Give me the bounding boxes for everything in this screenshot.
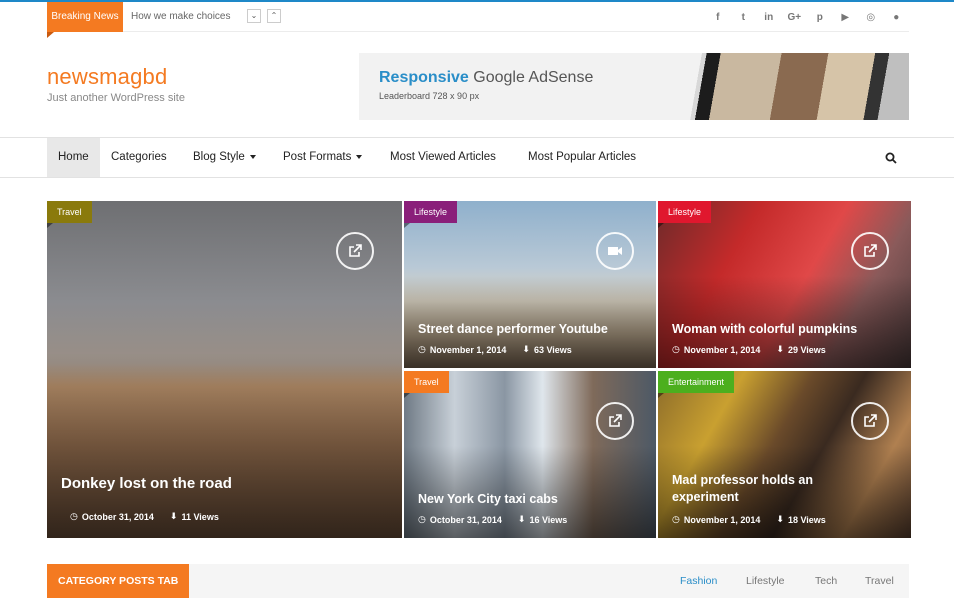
ad-title-highlight: Responsive bbox=[379, 69, 469, 86]
post-views: 11 Views bbox=[181, 511, 219, 522]
ad-title: Responsive Google AdSense bbox=[379, 69, 593, 87]
clock-icon: ◷ bbox=[672, 514, 680, 524]
post-meta: ◷ November 1, 2014 ⬇ 29 Views bbox=[672, 344, 826, 355]
post-date: October 31, 2014 bbox=[429, 514, 502, 525]
post-views: 18 Views bbox=[787, 514, 826, 525]
ticker-next-button[interactable]: ⌃ bbox=[267, 9, 281, 23]
category-badge[interactable]: Entertainment bbox=[658, 371, 735, 398]
section-title: CATEGORY POSTS TAB bbox=[47, 564, 190, 598]
category-badge[interactable]: Travel bbox=[404, 371, 449, 398]
category-badge[interactable]: Travel bbox=[47, 201, 92, 228]
post-title[interactable]: Donkey lost on the road bbox=[61, 475, 232, 492]
featured-post-4[interactable]: Travel New York City taxi cabs ◷ October … bbox=[404, 371, 656, 538]
category-posts-tabbar: CATEGORY POSTS TAB Fashion Lifestyle Tec… bbox=[47, 564, 909, 598]
external-link-icon[interactable] bbox=[851, 232, 889, 270]
nav-item-blog-style[interactable]: Blog Style bbox=[182, 138, 267, 177]
search-icon[interactable] bbox=[885, 152, 897, 164]
google-plus-icon[interactable]: G+ bbox=[782, 12, 808, 23]
category-badge[interactable]: Lifestyle bbox=[658, 201, 712, 228]
news-ticker-link[interactable]: How we make choices bbox=[131, 2, 230, 32]
post-title[interactable]: Woman with colorful pumpkins bbox=[672, 321, 857, 338]
nav-item-label: Categories bbox=[111, 151, 167, 163]
instagram-icon[interactable]: ◎ bbox=[858, 12, 884, 23]
clock-icon: ◷ bbox=[418, 344, 426, 354]
clock-icon: ◷ bbox=[418, 514, 426, 524]
post-meta: ◷ October 31, 2014 ⬇ 11 Views bbox=[70, 511, 219, 522]
post-title[interactable]: Street dance performer Youtube bbox=[418, 321, 608, 338]
facebook-icon[interactable]: f bbox=[705, 12, 731, 23]
spotify-icon[interactable]: ● bbox=[884, 12, 910, 23]
social-links: f t in G+ p ▶ ◎ ● bbox=[705, 2, 909, 32]
download-icon: ⬇ bbox=[522, 344, 530, 354]
external-link-icon[interactable] bbox=[596, 402, 634, 440]
ad-phone-image bbox=[689, 53, 909, 120]
featured-post-2[interactable]: Lifestyle Street dance performer Youtube… bbox=[404, 201, 656, 368]
nav-item-label: Home bbox=[58, 151, 89, 163]
ad-banner[interactable]: Responsive Google AdSense Leaderboard 72… bbox=[359, 53, 909, 120]
download-icon: ⬇ bbox=[169, 511, 178, 521]
nav-item-home[interactable]: Home bbox=[47, 138, 100, 177]
nav-item-label: Most Viewed Articles bbox=[390, 151, 496, 163]
nav-item-label: Blog Style bbox=[193, 151, 245, 163]
download-icon: ⬇ bbox=[776, 514, 784, 524]
tab-lifestyle[interactable]: Lifestyle bbox=[746, 564, 785, 598]
download-icon: ⬇ bbox=[517, 514, 526, 524]
post-meta: ◷ October 31, 2014 ⬇ 16 Views bbox=[418, 514, 567, 525]
featured-post-3[interactable]: Lifestyle Woman with colorful pumpkins ◷… bbox=[658, 201, 911, 368]
caret-down-icon bbox=[249, 154, 256, 159]
main-nav: Home Categories Blog Style Post Formats … bbox=[0, 137, 954, 178]
ticker-prev-button[interactable]: ⌄ bbox=[247, 9, 261, 23]
nav-item-most-viewed[interactable]: Most Viewed Articles bbox=[379, 138, 507, 177]
caret-down-icon bbox=[356, 154, 363, 159]
nav-item-label: Post Formats bbox=[283, 151, 352, 163]
post-title[interactable]: Mad professor holds an experiment bbox=[672, 472, 842, 506]
post-views: 63 Views bbox=[533, 344, 572, 355]
video-icon[interactable] bbox=[596, 232, 634, 270]
clock-icon: ◷ bbox=[672, 344, 680, 354]
nav-item-post-formats[interactable]: Post Formats bbox=[272, 138, 373, 177]
post-date: October 31, 2014 bbox=[81, 511, 154, 522]
top-bar: Breaking News How we make choices ⌄ ⌃ f … bbox=[47, 2, 909, 38]
linkedin-icon[interactable]: in bbox=[756, 12, 782, 23]
category-badge[interactable]: Lifestyle bbox=[404, 201, 458, 228]
tab-tech[interactable]: Tech bbox=[815, 564, 837, 598]
site-logo[interactable]: newsmagbd bbox=[47, 64, 167, 90]
post-meta: ◷ November 1, 2014 ⬇ 18 Views bbox=[672, 514, 826, 525]
tab-fashion[interactable]: Fashion bbox=[680, 564, 717, 598]
post-date: November 1, 2014 bbox=[683, 344, 761, 355]
download-icon: ⬇ bbox=[776, 344, 784, 354]
post-views: 16 Views bbox=[529, 514, 568, 525]
post-date: November 1, 2014 bbox=[429, 344, 507, 355]
nav-item-label: Most Popular Articles bbox=[528, 151, 637, 163]
external-link-icon[interactable] bbox=[851, 402, 889, 440]
nav-item-categories[interactable]: Categories bbox=[100, 138, 178, 177]
featured-post-5[interactable]: Entertainment Mad professor holds an exp… bbox=[658, 371, 911, 538]
pinterest-icon[interactable]: p bbox=[807, 12, 833, 23]
post-date: November 1, 2014 bbox=[683, 514, 761, 525]
featured-post-1[interactable]: Travel Donkey lost on the road ◷ October … bbox=[47, 201, 402, 538]
youtube-icon[interactable]: ▶ bbox=[833, 12, 859, 23]
ad-title-rest: Google AdSense bbox=[468, 69, 594, 86]
ad-subtitle: Leaderboard 728 x 90 px bbox=[379, 91, 480, 101]
post-title[interactable]: New York City taxi cabs bbox=[418, 491, 558, 508]
external-link-icon[interactable] bbox=[336, 232, 374, 270]
post-meta: ◷ November 1, 2014 ⬇ 63 Views bbox=[418, 344, 572, 355]
site-tagline: Just another WordPress site bbox=[47, 92, 185, 104]
nav-item-most-popular[interactable]: Most Popular Articles bbox=[517, 138, 647, 177]
clock-icon: ◷ bbox=[70, 511, 78, 521]
twitter-icon[interactable]: t bbox=[731, 12, 757, 23]
post-views: 29 Views bbox=[787, 344, 826, 355]
breaking-news-label: Breaking News bbox=[47, 2, 123, 38]
tab-travel[interactable]: Travel bbox=[865, 564, 894, 598]
